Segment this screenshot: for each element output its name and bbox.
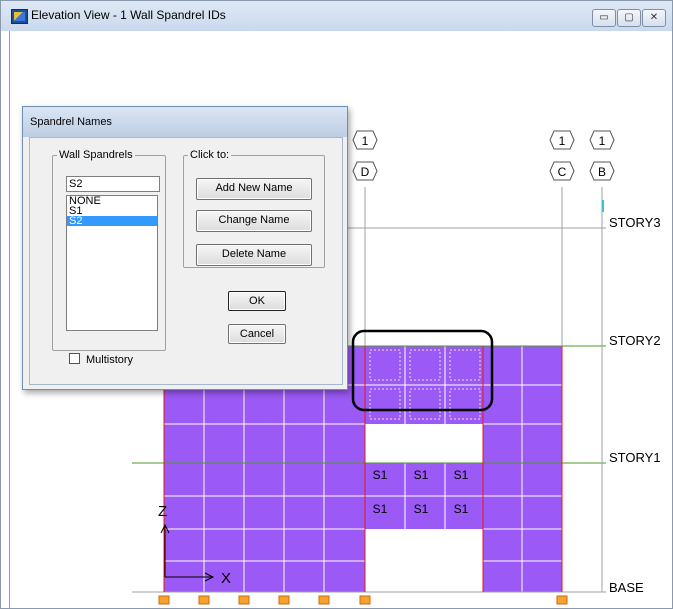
spandrel-label: S1: [414, 468, 429, 482]
multistory-checkbox-box[interactable]: [69, 353, 80, 364]
add-new-name-button[interactable]: Add New Name: [196, 178, 312, 200]
spandrel-label: S1: [454, 502, 469, 516]
grid-bubble-c-number: 1: [559, 134, 566, 148]
spandrel-label: S1: [414, 502, 429, 516]
story-label-story3: STORY3: [609, 215, 661, 230]
story-label-base: BASE: [609, 580, 644, 595]
multistory-checkbox[interactable]: Multistory: [69, 353, 133, 366]
multistory-label: Multistory: [86, 354, 134, 366]
dialog-title: Spandrel Names: [30, 116, 112, 128]
spandrel-name-input[interactable]: S2: [66, 176, 160, 192]
dialog-title-bar[interactable]: Spandrel Names: [23, 107, 347, 137]
axis-x-label: X: [221, 570, 231, 587]
story-label-story2: STORY2: [609, 333, 661, 348]
list-item-selected[interactable]: S2: [67, 216, 157, 227]
grid-bubble-b-letter: B: [598, 165, 606, 179]
spandrel-name-list[interactable]: NONE S1 S2: [66, 195, 158, 331]
grid-bubble-b[interactable]: 1 B: [589, 130, 615, 181]
delete-name-button[interactable]: Delete Name: [196, 244, 312, 266]
grid-bubble-b-number: 1: [599, 134, 606, 148]
grid-bubble-c[interactable]: 1 C: [549, 130, 575, 181]
change-name-button[interactable]: Change Name: [196, 210, 312, 232]
story-label-story1: STORY1: [609, 450, 661, 465]
grid-bubble-d-number: 1: [362, 134, 369, 148]
cancel-button[interactable]: Cancel: [228, 324, 286, 344]
spandrel-label: S1: [454, 468, 469, 482]
wall-spandrels-legend: Wall Spandrels: [59, 149, 133, 161]
base-supports: [158, 595, 568, 605]
grid-bubble-d-letter: D: [361, 165, 370, 179]
click-to-legend: Click to:: [190, 149, 230, 161]
axis-z-label: Z: [158, 503, 167, 520]
grid-bubble-c-letter: C: [558, 165, 567, 179]
spandrel-label: S1: [373, 502, 388, 516]
spandrel-label: S1: [373, 468, 388, 482]
ok-button[interactable]: OK: [228, 291, 286, 311]
grid-bubble-d[interactable]: 1 D: [352, 130, 378, 181]
spandrel-names-dialog: Spandrel Names Wall Spandrels Click to: …: [22, 106, 348, 390]
